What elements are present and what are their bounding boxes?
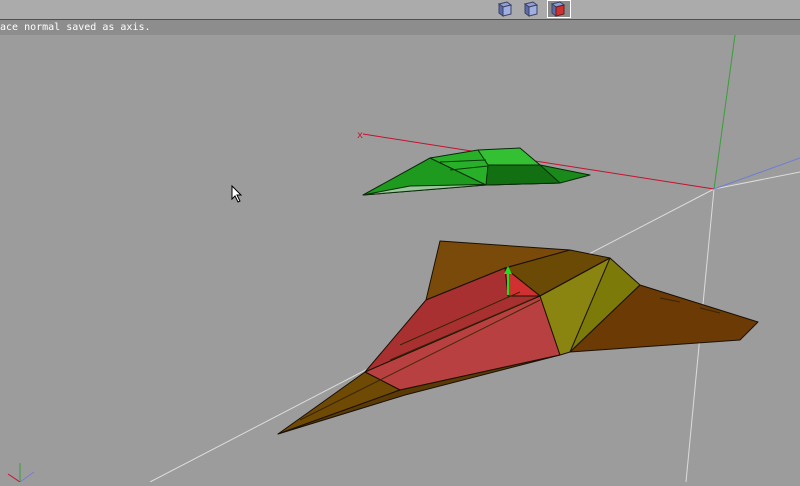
side-view-button[interactable] [520, 0, 544, 18]
toolbar [0, 0, 800, 19]
cube-icon [523, 1, 539, 17]
cube-red-icon [550, 1, 566, 17]
x-axis-label: x [357, 130, 363, 141]
shaded-view-button[interactable] [547, 0, 571, 18]
y-axis-line [713, 34, 736, 190]
viewport-canvas[interactable]: x [0, 34, 800, 483]
mouse-cursor-icon [231, 184, 243, 203]
z-axis-line [713, 157, 800, 190]
status-message: ace normal saved as axis. [0, 22, 151, 33]
perspective-view-button[interactable] [494, 0, 518, 18]
green-ship-model[interactable] [362, 147, 591, 196]
3d-viewport[interactable]: x [0, 34, 800, 483]
brown-ship-model[interactable] [277, 240, 759, 435]
cube-icon [497, 1, 513, 17]
status-bar: ace normal saved as axis. [0, 20, 800, 35]
axis-gizmo [7, 463, 35, 483]
